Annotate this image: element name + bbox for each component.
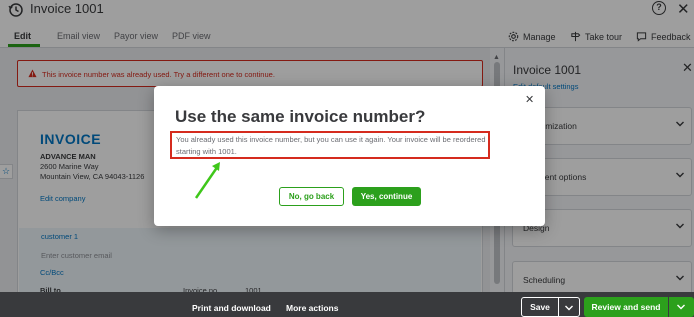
dialog-title: Use the same invoice number?	[175, 107, 426, 126]
dialog-message: You already used this invoice number, bu…	[176, 135, 486, 156]
no-go-back-button[interactable]: No, go back	[279, 187, 344, 206]
save-options-button[interactable]	[559, 297, 580, 317]
save-button[interactable]: Save	[521, 297, 559, 317]
more-actions-button[interactable]: More actions	[286, 303, 338, 313]
chevron-down-icon	[677, 304, 685, 310]
review-send-options-button[interactable]	[669, 297, 694, 317]
annotation-arrow-icon	[194, 162, 220, 199]
yes-continue-button[interactable]: Yes, continue	[352, 187, 421, 206]
dialog-close-icon[interactable]: ✕	[525, 93, 534, 106]
chevron-down-icon	[565, 305, 573, 311]
print-download-button[interactable]: Print and download	[192, 303, 271, 313]
review-and-send-button[interactable]: Review and send	[584, 297, 668, 317]
